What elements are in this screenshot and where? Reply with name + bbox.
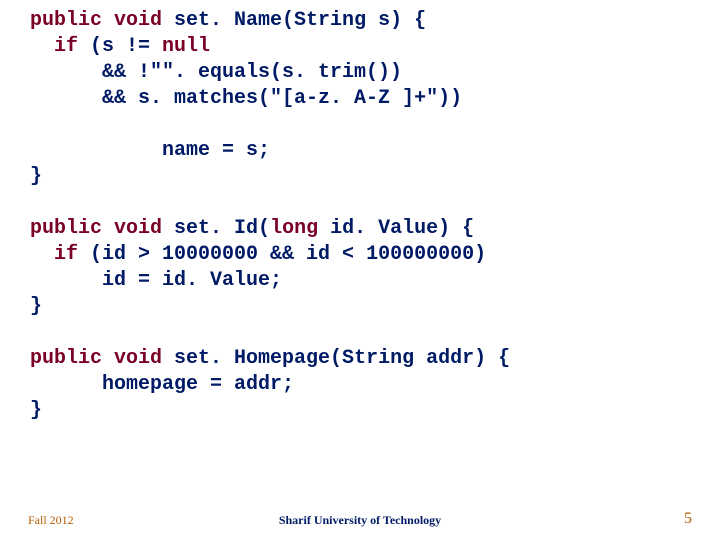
footer-page-number: 5 [684, 510, 692, 528]
footer-center: Sharif University of Technology [0, 513, 720, 528]
code-l3: && !"". equals(s. trim()) [30, 61, 402, 84]
code-l5: name = s; [30, 139, 270, 162]
code-l11b: set. Homepage(String addr) { [162, 347, 510, 370]
code-l4: && s. matches("[a-z. A-Z ]+")) [30, 87, 462, 110]
code-l8b: (id > 10000000 && id < 100000000) [78, 243, 486, 266]
code-l9: id = id. Value; [30, 269, 282, 292]
kw-public-void-1: public void [30, 9, 162, 32]
code-l12: homepage = addr; [30, 373, 294, 396]
kw-public-void-3: public void [30, 347, 162, 370]
kw-public-void-2: public void [30, 217, 162, 240]
code-l2b: (s != [78, 35, 162, 58]
code-l7b: set. Id( [162, 217, 270, 240]
code-l7d: id. Value) { [318, 217, 474, 240]
code-l13: } [30, 399, 42, 422]
kw-null: null [162, 35, 210, 58]
slide: public void set. Name(String s) { if (s … [0, 0, 720, 540]
code-l1b: set. Name(String s) { [162, 9, 426, 32]
code-l10: } [30, 295, 42, 318]
code-block: public void set. Name(String s) { if (s … [30, 8, 700, 424]
kw-long: long [270, 217, 318, 240]
kw-if-1: if [30, 35, 78, 58]
code-l6: } [30, 165, 42, 188]
kw-if-2: if [30, 243, 78, 266]
